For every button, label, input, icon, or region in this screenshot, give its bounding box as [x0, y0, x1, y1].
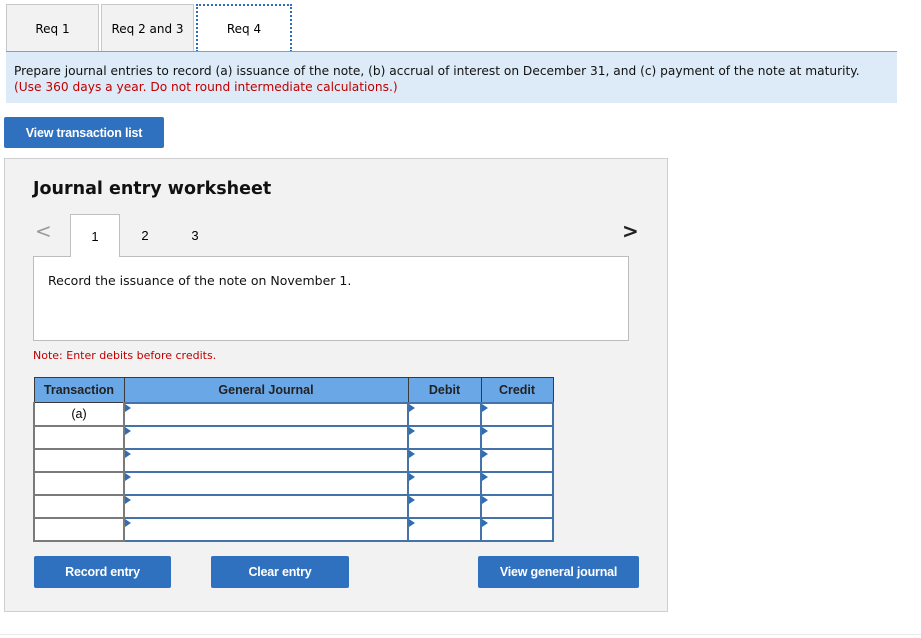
- page-divider: [0, 634, 921, 635]
- instructions-note: (Use 360 days a year. Do not round inter…: [14, 80, 398, 94]
- journal-table-header: Transaction General Journal Debit Credit: [33, 377, 554, 403]
- account-input[interactable]: [123, 470, 409, 496]
- account-input[interactable]: [123, 516, 409, 542]
- debit-input[interactable]: [407, 493, 482, 519]
- record-entry-button[interactable]: Record entry: [34, 556, 171, 588]
- credit-input[interactable]: [480, 424, 554, 450]
- transaction-cell: [33, 494, 125, 519]
- worksheet-title: Journal entry worksheet: [33, 179, 272, 199]
- header-general-journal: General Journal: [123, 377, 409, 403]
- tab-req-2-and-3[interactable]: Req 2 and 3: [101, 4, 194, 52]
- header-transaction: Transaction: [33, 377, 125, 403]
- chevron-left-icon[interactable]: <: [35, 219, 52, 243]
- tab-req-4[interactable]: Req 4: [196, 4, 292, 52]
- view-general-journal-button[interactable]: View general journal: [478, 556, 639, 588]
- chevron-right-icon[interactable]: >: [622, 219, 639, 243]
- instructions-banner: Prepare journal entries to record (a) is…: [6, 52, 897, 103]
- requirement-tabs: Req 1 Req 2 and 3 Req 4: [6, 4, 294, 52]
- account-input[interactable]: [123, 424, 409, 450]
- step-tab-3[interactable]: 3: [170, 214, 220, 257]
- table-row: [33, 447, 554, 473]
- transaction-cell: (a): [33, 402, 125, 427]
- tab-req-1[interactable]: Req 1: [6, 4, 99, 52]
- step-description: Record the issuance of the note on Novem…: [48, 273, 352, 288]
- debit-input[interactable]: [407, 424, 482, 450]
- table-row: [33, 424, 554, 450]
- instructions-text: Prepare journal entries to record (a) is…: [14, 64, 860, 78]
- credit-input[interactable]: [480, 516, 554, 542]
- transaction-cell: [33, 471, 125, 496]
- journal-entry-worksheet: Journal entry worksheet < 1 2 3 > Record…: [4, 158, 668, 612]
- header-debit: Debit: [407, 377, 482, 403]
- journal-table: Transaction General Journal Debit Credit…: [33, 377, 554, 542]
- header-credit: Credit: [480, 377, 554, 403]
- transaction-cell: [33, 517, 125, 542]
- debit-input[interactable]: [407, 470, 482, 496]
- transaction-cell: [33, 448, 125, 473]
- account-input[interactable]: [123, 447, 409, 473]
- table-row: [33, 516, 554, 542]
- credit-input[interactable]: [480, 447, 554, 473]
- transaction-cell: [33, 425, 125, 450]
- debits-credits-note: Note: Enter debits before credits.: [33, 349, 217, 362]
- step-description-box: Record the issuance of the note on Novem…: [33, 256, 629, 341]
- debit-input[interactable]: [407, 447, 482, 473]
- table-row: [33, 493, 554, 519]
- step-tab-1[interactable]: 1: [70, 214, 120, 257]
- table-row: (a): [33, 401, 554, 427]
- clear-entry-button[interactable]: Clear entry: [211, 556, 349, 588]
- credit-input[interactable]: [480, 493, 554, 519]
- account-input[interactable]: [123, 493, 409, 519]
- step-tab-2[interactable]: 2: [120, 214, 170, 257]
- step-tabs: 1 2 3: [70, 214, 220, 257]
- debit-input[interactable]: [407, 401, 482, 427]
- view-transaction-list-button[interactable]: View transaction list: [4, 117, 164, 148]
- credit-input[interactable]: [480, 401, 554, 427]
- table-row: [33, 470, 554, 496]
- debit-input[interactable]: [407, 516, 482, 542]
- credit-input[interactable]: [480, 470, 554, 496]
- account-input[interactable]: [123, 401, 409, 427]
